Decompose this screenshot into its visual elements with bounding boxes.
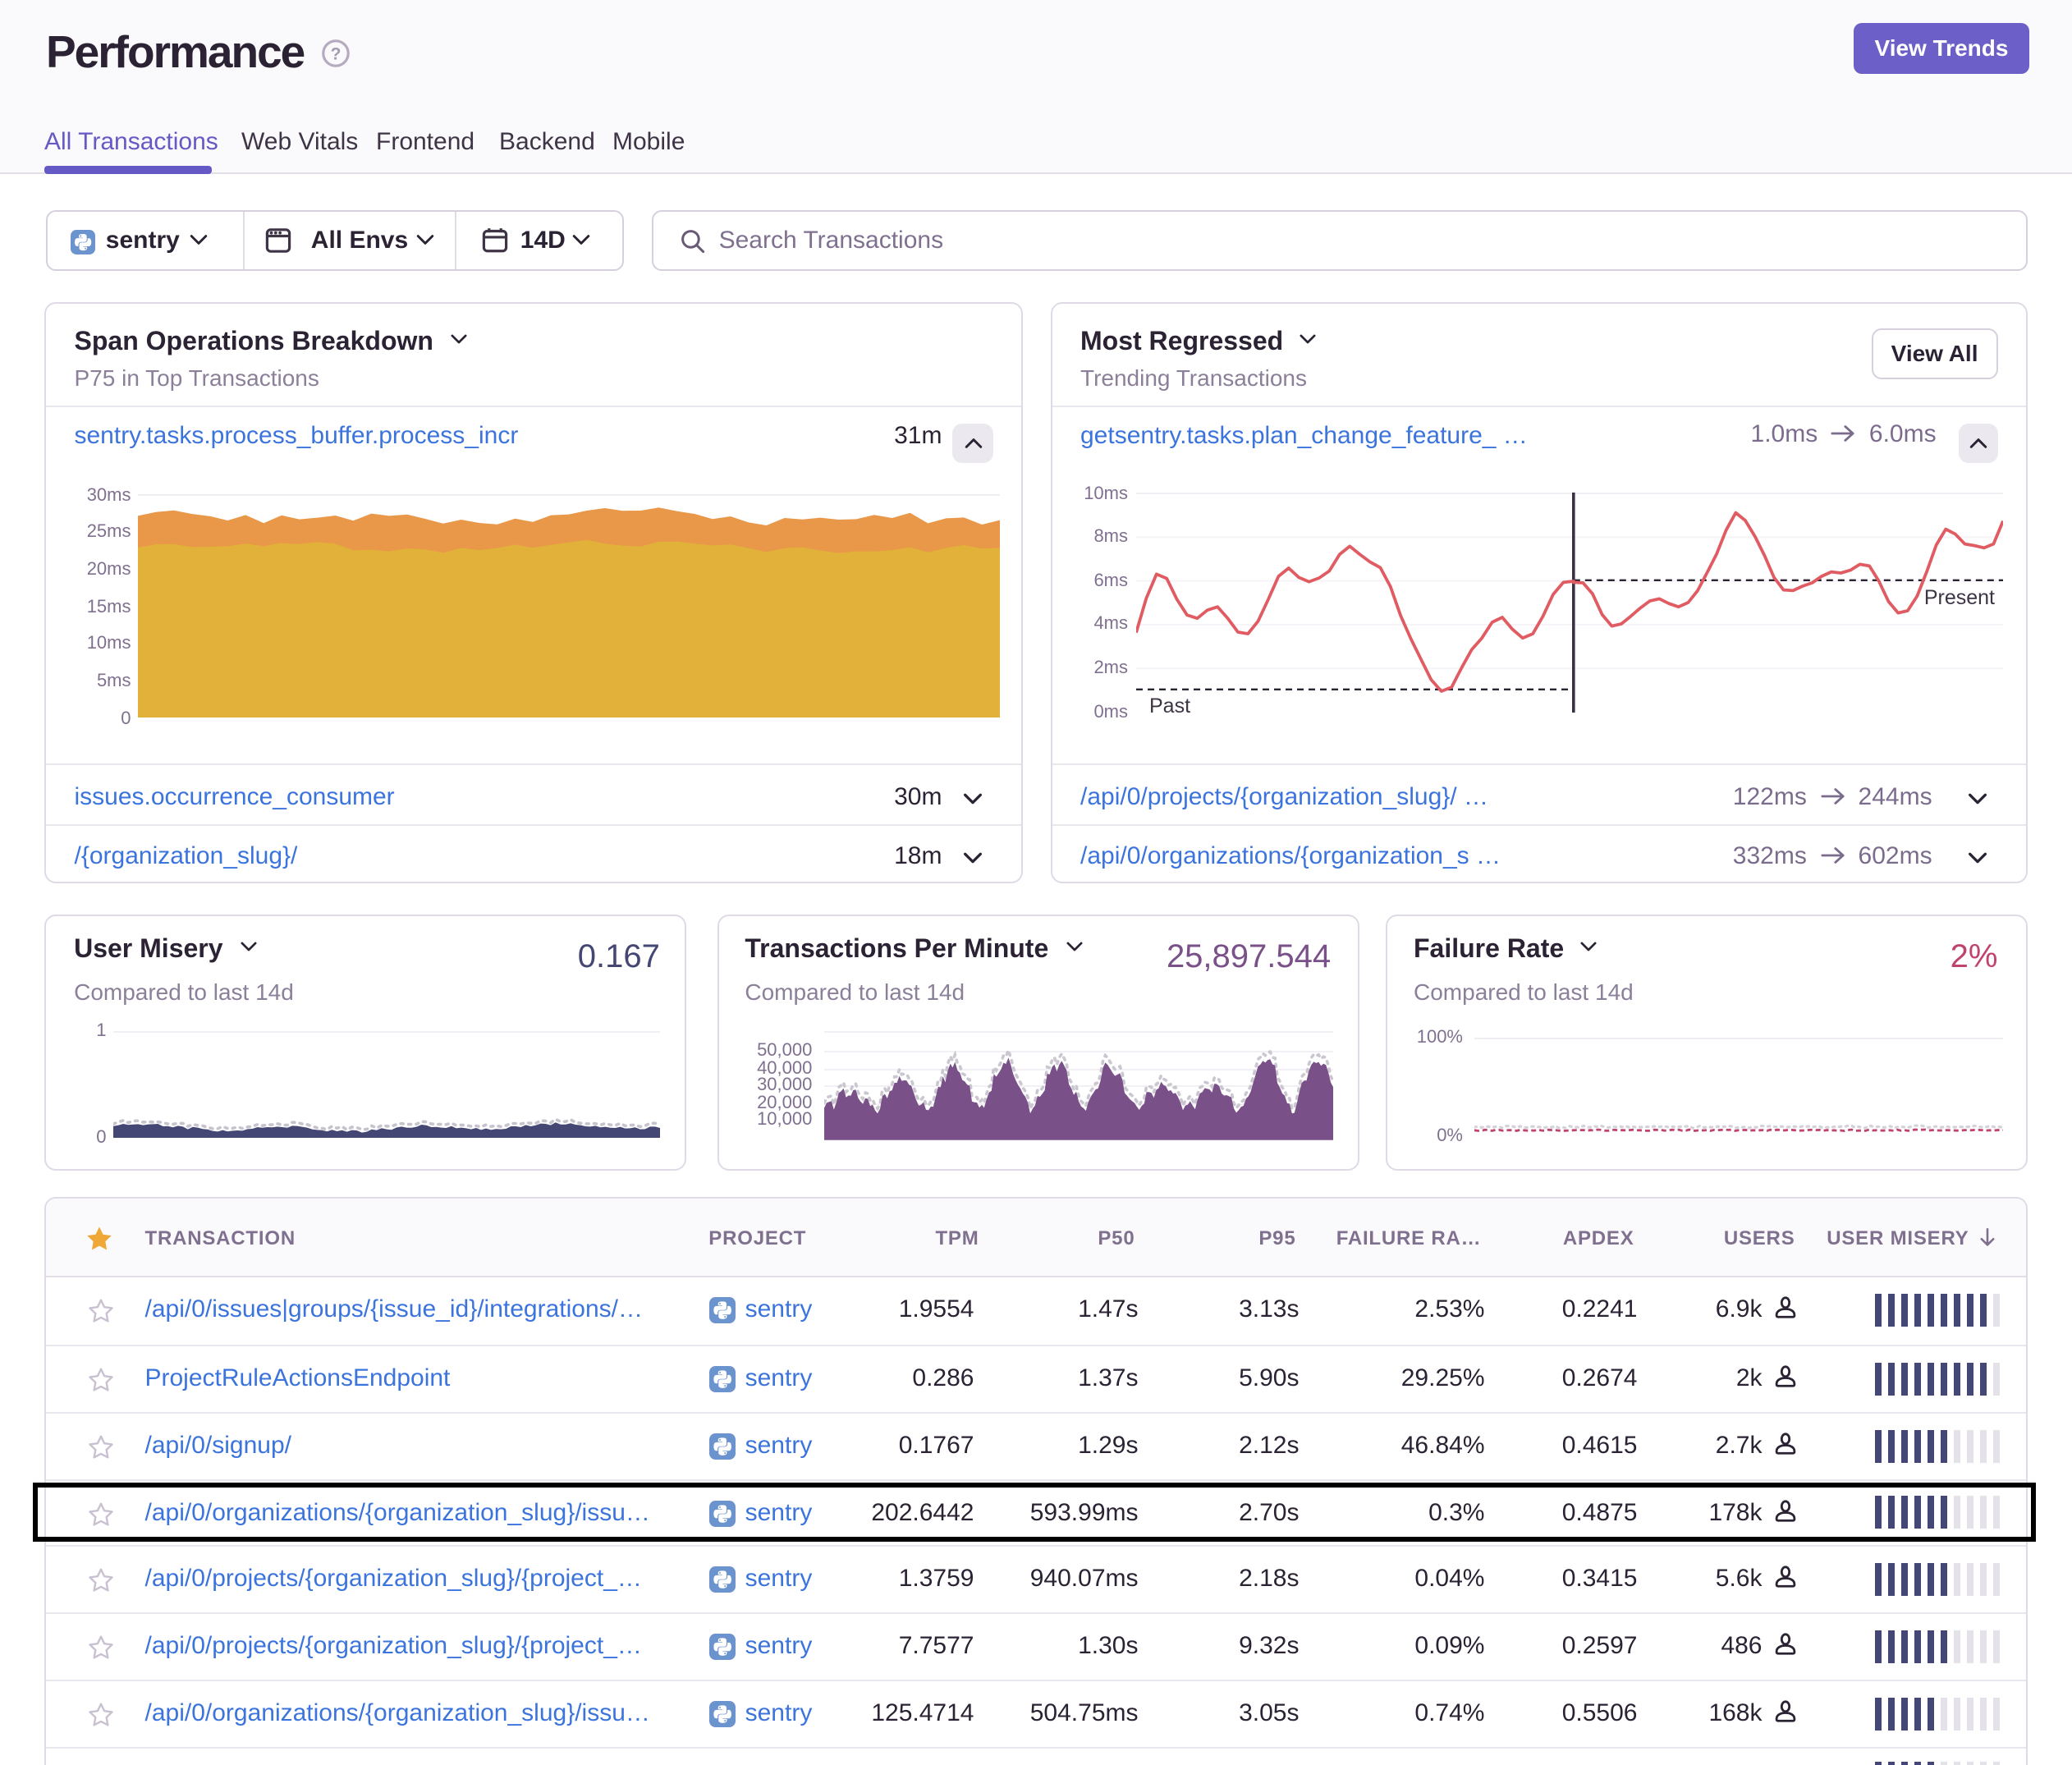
svg-text:?: ? — [331, 44, 342, 62]
